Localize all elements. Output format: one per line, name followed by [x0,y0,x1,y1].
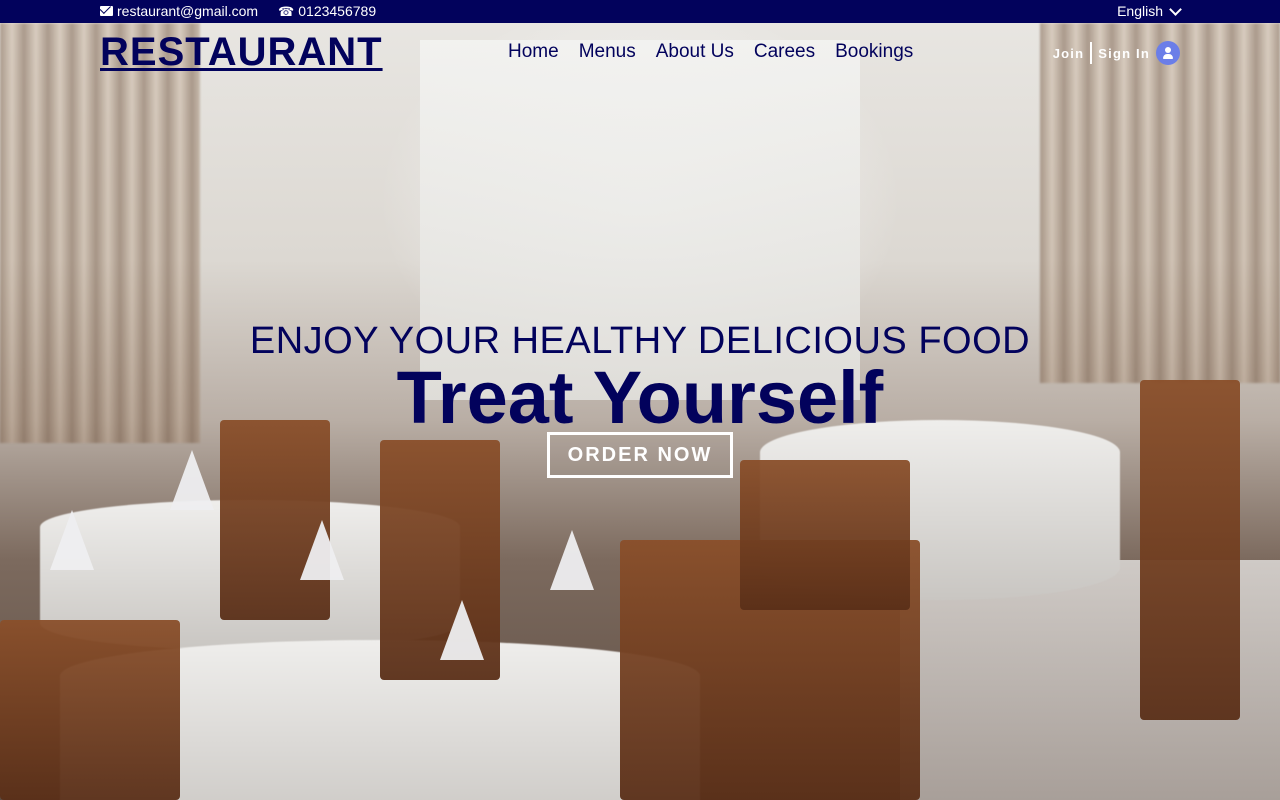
background-napkin [50,510,94,570]
nav-carees[interactable]: Carees [754,41,815,63]
background-chair [740,460,910,610]
brand-logo[interactable]: RESTAURANT [100,30,383,75]
nav-home[interactable]: Home [508,41,559,63]
background-chair [0,620,180,800]
envelope-icon [100,6,113,16]
page: restaurant@gmail.com ☎ 0123456789 Englis… [0,0,1280,800]
phone-contact[interactable]: ☎ 0123456789 [278,3,376,19]
main-nav: Home Menus About Us Carees Bookings [508,41,913,63]
language-label: English [1117,3,1163,19]
chevron-down-icon [1169,2,1182,16]
email-text: restaurant@gmail.com [117,3,259,19]
nav-menus[interactable]: Menus [579,41,636,63]
contact-info: restaurant@gmail.com ☎ 0123456789 [100,3,376,19]
background-napkin [550,530,594,590]
join-link[interactable]: Join [1053,46,1085,61]
background-napkin [440,600,484,660]
email-contact[interactable]: restaurant@gmail.com [100,3,258,19]
top-contact-bar: restaurant@gmail.com ☎ 0123456789 Englis… [0,0,1280,23]
nav-bookings[interactable]: Bookings [835,41,913,63]
phone-icon: ☎ [278,3,295,19]
user-icon[interactable] [1156,41,1180,65]
nav-about-us[interactable]: About Us [656,41,734,63]
phone-text: 0123456789 [298,3,377,19]
background-napkin [300,520,344,580]
auth-divider [1090,42,1093,64]
background-napkin [170,450,214,510]
hero-title: Treat Yourself [396,356,884,439]
auth-links: Join Sign In [1053,41,1180,65]
order-now-button[interactable]: ORDER NOW [547,432,733,478]
language-selector[interactable]: English [1117,2,1182,19]
sign-in-link[interactable]: Sign In [1098,46,1150,61]
